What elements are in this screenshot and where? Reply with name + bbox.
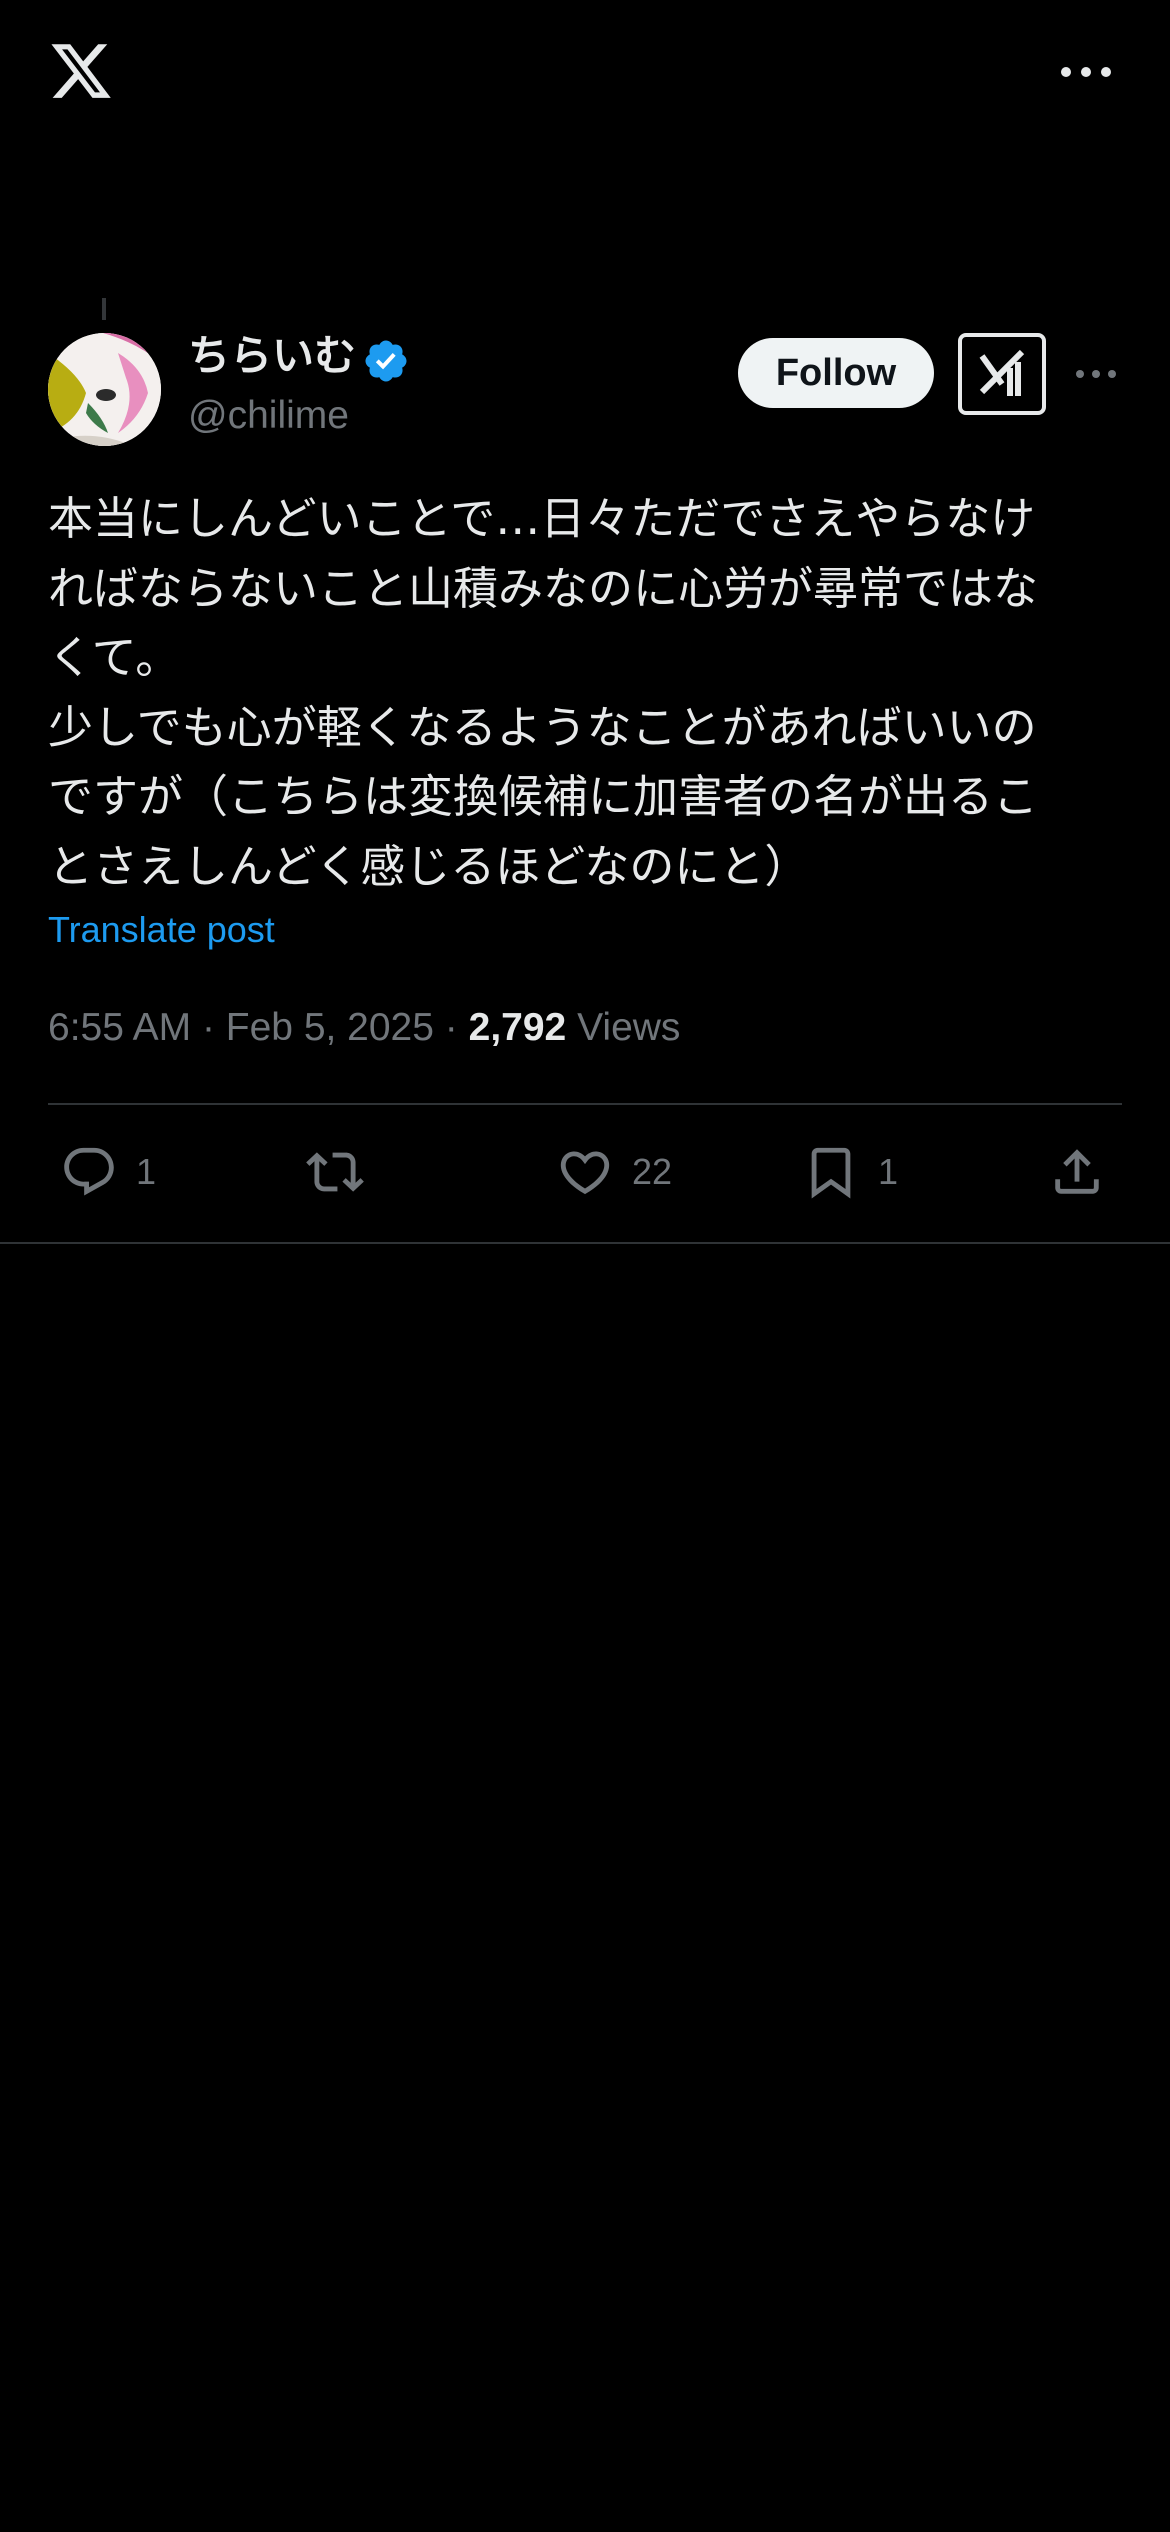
more-horizontal-icon[interactable] — [1056, 58, 1116, 86]
post-metadata: 6:55 AM · Feb 5, 2025 · 2,792 Views — [48, 1000, 680, 1056]
translate-post-link[interactable]: Translate post — [48, 904, 275, 956]
reply-count: 1 — [136, 1151, 157, 1192]
repost-button[interactable] — [306, 1140, 382, 1204]
heart-icon — [560, 1151, 610, 1195]
post-time[interactable]: 6:55 AM — [48, 1006, 191, 1049]
repost-icon — [306, 1152, 364, 1192]
post-text: 本当にしんどいことで…日々ただでさえやらなけ ればならないこと山積みなのに心労が… — [48, 492, 1039, 893]
meta-separator: · — [444, 1006, 458, 1049]
bookmark-count: 1 — [878, 1151, 899, 1192]
views-label: Views — [577, 1006, 681, 1049]
reply-icon — [64, 1147, 114, 1196]
share-icon — [1055, 1149, 1099, 1194]
views-count: 2,792 — [468, 1006, 567, 1049]
display-name[interactable]: ちらいむ — [188, 326, 356, 386]
thread-connector-line — [102, 298, 106, 320]
like-count: 22 — [632, 1151, 673, 1192]
share-button[interactable] — [1048, 1140, 1106, 1204]
like-button[interactable]: 22 — [556, 1140, 672, 1204]
verified-badge-icon — [362, 337, 410, 385]
post-more-icon[interactable] — [1072, 364, 1120, 384]
divider — [48, 1103, 1122, 1105]
reply-button[interactable]: 1 — [60, 1140, 156, 1204]
x-logo-icon[interactable] — [48, 38, 114, 104]
divider — [0, 1242, 1170, 1244]
grok-icon[interactable] — [958, 333, 1046, 415]
bookmark-button[interactable]: 1 — [802, 1140, 898, 1204]
avatar[interactable] — [48, 333, 161, 446]
meta-separator: · — [201, 1006, 215, 1049]
user-handle[interactable]: @chilime — [188, 390, 349, 442]
follow-button[interactable]: Follow — [738, 338, 934, 408]
bookmark-icon — [811, 1147, 851, 1199]
post-date[interactable]: Feb 5, 2025 — [226, 1006, 434, 1049]
